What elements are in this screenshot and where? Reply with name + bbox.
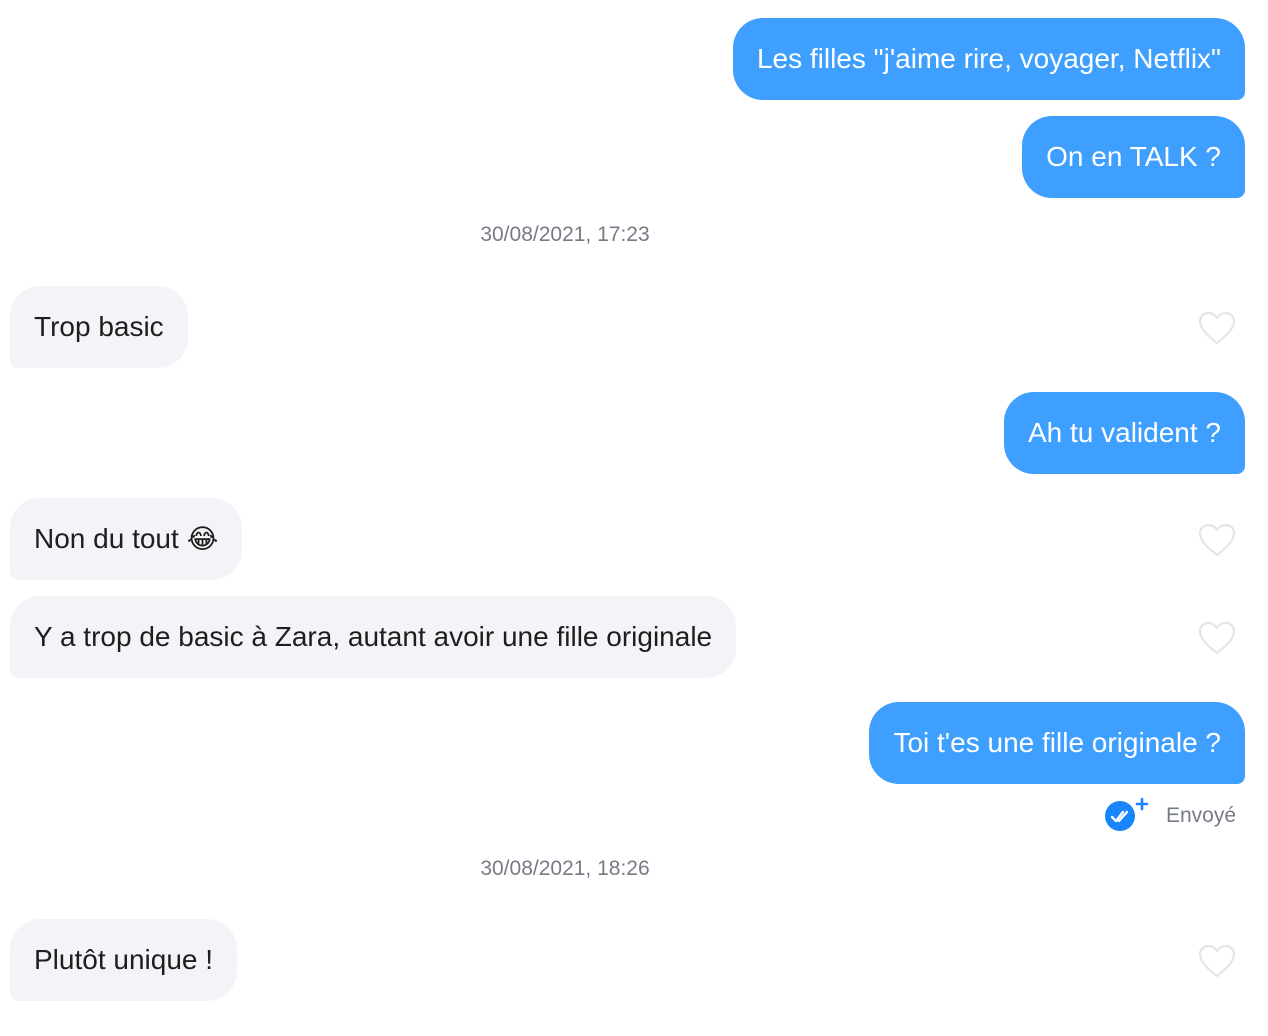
like-heart-icon[interactable] [1197,943,1237,979]
message-text: Plutôt unique ! [34,944,214,975]
message-text: Les filles "j'aime rire, voyager, Netfli… [756,43,1221,74]
message-text: Ah tu valident ? [1027,417,1221,448]
sent-message-bubble[interactable]: On en TALK ? [1022,116,1245,198]
received-message-bubble[interactable]: Plutôt unique ! [10,919,238,1001]
sent-message-bubble[interactable]: Ah tu valident ? [1003,392,1245,474]
received-message-bubble[interactable]: Non du tout 😂 [10,498,243,580]
like-heart-icon[interactable] [1197,620,1237,656]
message-text: Toi t'es une fille originale ? [893,727,1221,758]
sent-message-bubble[interactable]: Les filles "j'aime rire, voyager, Netfli… [732,18,1245,100]
delivery-status: Envoyé [1104,796,1236,836]
message-timestamp: 30/08/2021, 17:23 [480,223,650,246]
message-text: Y a trop de basic à Zara, autant avoir u… [34,621,713,652]
message-timestamp: 30/08/2021, 18:26 [480,857,650,880]
like-heart-icon[interactable] [1197,522,1237,558]
received-message-bubble[interactable]: Trop basic [10,286,188,368]
message-text: Trop basic [34,311,164,342]
like-heart-icon[interactable] [1197,310,1237,346]
tears-of-joy-emoji: 😂 [186,523,219,555]
received-message-bubble[interactable]: Y a trop de basic à Zara, autant avoir u… [10,596,737,678]
double-check-plus-icon [1104,797,1149,832]
status-label: Envoyé [1165,804,1236,827]
message-text: Non du tout [34,523,179,554]
sent-message-bubble[interactable]: Toi t'es une fille originale ? [869,702,1245,784]
message-text: On en TALK ? [1046,141,1221,172]
